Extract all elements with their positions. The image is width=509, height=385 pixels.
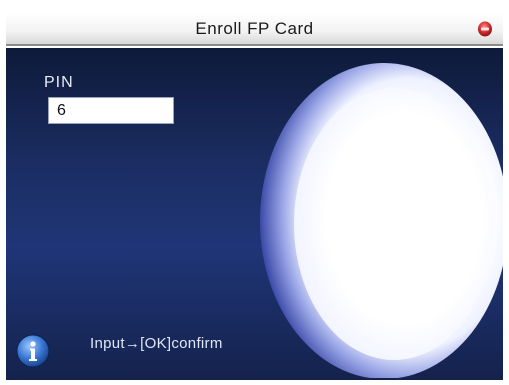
window-title: Enroll FP Card — [195, 19, 314, 38]
close-icon[interactable] — [477, 20, 493, 37]
enroll-screen: Enroll FP Card PIN 6 Input→[OK]confirm — [0, 0, 509, 385]
info-icon — [16, 334, 50, 368]
fingerprint-scan-window — [260, 63, 503, 378]
pin-label: PIN — [44, 74, 74, 91]
hint-text: Input→[OK]confirm — [90, 335, 223, 352]
pin-input[interactable]: 6 — [48, 97, 174, 124]
title-bar: Enroll FP Card — [6, 12, 503, 46]
main-panel: PIN 6 Input→[OK]confirm — [6, 48, 503, 380]
